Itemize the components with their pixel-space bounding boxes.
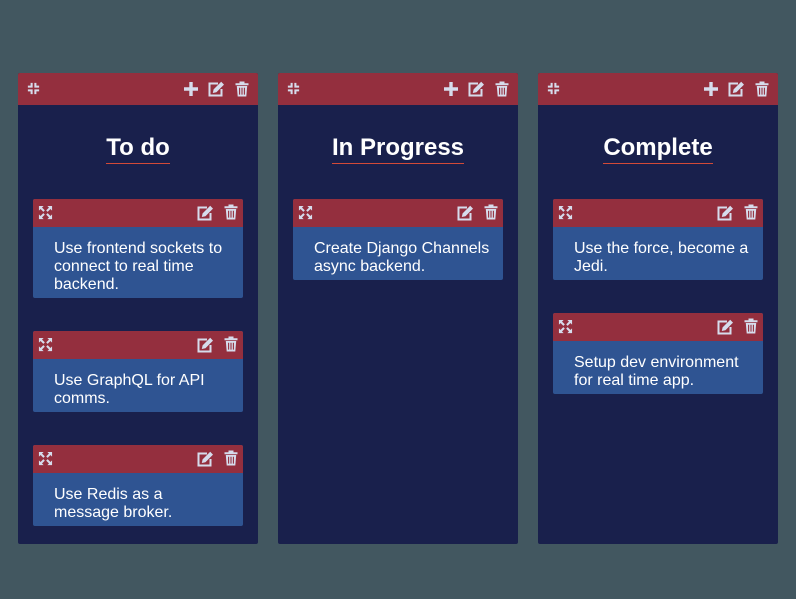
card-text: Create Django Channels async backend. <box>314 240 490 275</box>
card-text: Use the force, become a Jedi. <box>574 240 749 275</box>
collapse-icon[interactable] <box>546 81 561 96</box>
card-header <box>553 313 763 341</box>
column-complete: Complete Use the force, become a Jedi. S… <box>538 73 778 544</box>
card[interactable]: Use the force, become a Jedi. <box>553 199 763 280</box>
expand-icon[interactable] <box>298 205 313 220</box>
card-text: Use Redis as a message broker. <box>54 486 173 521</box>
column-header <box>18 73 258 105</box>
card[interactable]: Create Django Channels async backend. <box>293 199 503 280</box>
trash-icon[interactable] <box>223 450 239 466</box>
expand-icon[interactable] <box>558 319 573 334</box>
edit-icon[interactable] <box>196 451 214 467</box>
expand-icon[interactable] <box>38 451 53 466</box>
column-title: Complete <box>538 132 778 164</box>
trash-icon[interactable] <box>743 204 759 220</box>
card[interactable]: Use Redis as a message broker. <box>33 445 243 526</box>
card-text: Use GraphQL for API comms. <box>54 372 205 407</box>
collapse-icon[interactable] <box>286 81 301 96</box>
card-header <box>33 199 243 227</box>
card-text: Setup dev environment for real time app. <box>574 354 739 389</box>
trash-icon[interactable] <box>494 81 510 97</box>
trash-icon[interactable] <box>754 81 770 97</box>
trash-icon[interactable] <box>223 204 239 220</box>
card[interactable]: Use frontend sockets to connect to real … <box>33 199 243 298</box>
edit-icon[interactable] <box>196 337 214 353</box>
card-text: Use frontend sockets to connect to real … <box>54 240 223 293</box>
expand-icon[interactable] <box>558 205 573 220</box>
edit-icon[interactable] <box>456 205 474 221</box>
column-header <box>278 73 518 105</box>
plus-icon[interactable] <box>703 81 719 97</box>
plus-icon[interactable] <box>443 81 459 97</box>
column-title: To do <box>18 132 258 164</box>
edit-icon[interactable] <box>196 205 214 221</box>
expand-icon[interactable] <box>38 337 53 352</box>
edit-icon[interactable] <box>467 81 485 97</box>
card-header <box>553 199 763 227</box>
card-header <box>293 199 503 227</box>
collapse-icon[interactable] <box>26 81 41 96</box>
column-in-progress: In Progress Create Django Channels async… <box>278 73 518 544</box>
column-todo: To do Use frontend sockets to connect to… <box>18 73 258 544</box>
trash-icon[interactable] <box>223 336 239 352</box>
edit-icon[interactable] <box>716 205 734 221</box>
trash-icon[interactable] <box>483 204 499 220</box>
edit-icon[interactable] <box>727 81 745 97</box>
card-header <box>33 331 243 359</box>
card[interactable]: Use GraphQL for API comms. <box>33 331 243 412</box>
column-header <box>538 73 778 105</box>
trash-icon[interactable] <box>743 318 759 334</box>
card-header <box>33 445 243 473</box>
plus-icon[interactable] <box>183 81 199 97</box>
card[interactable]: Setup dev environment for real time app. <box>553 313 763 394</box>
column-title: In Progress <box>278 132 518 164</box>
expand-icon[interactable] <box>38 205 53 220</box>
edit-icon[interactable] <box>207 81 225 97</box>
trash-icon[interactable] <box>234 81 250 97</box>
edit-icon[interactable] <box>716 319 734 335</box>
